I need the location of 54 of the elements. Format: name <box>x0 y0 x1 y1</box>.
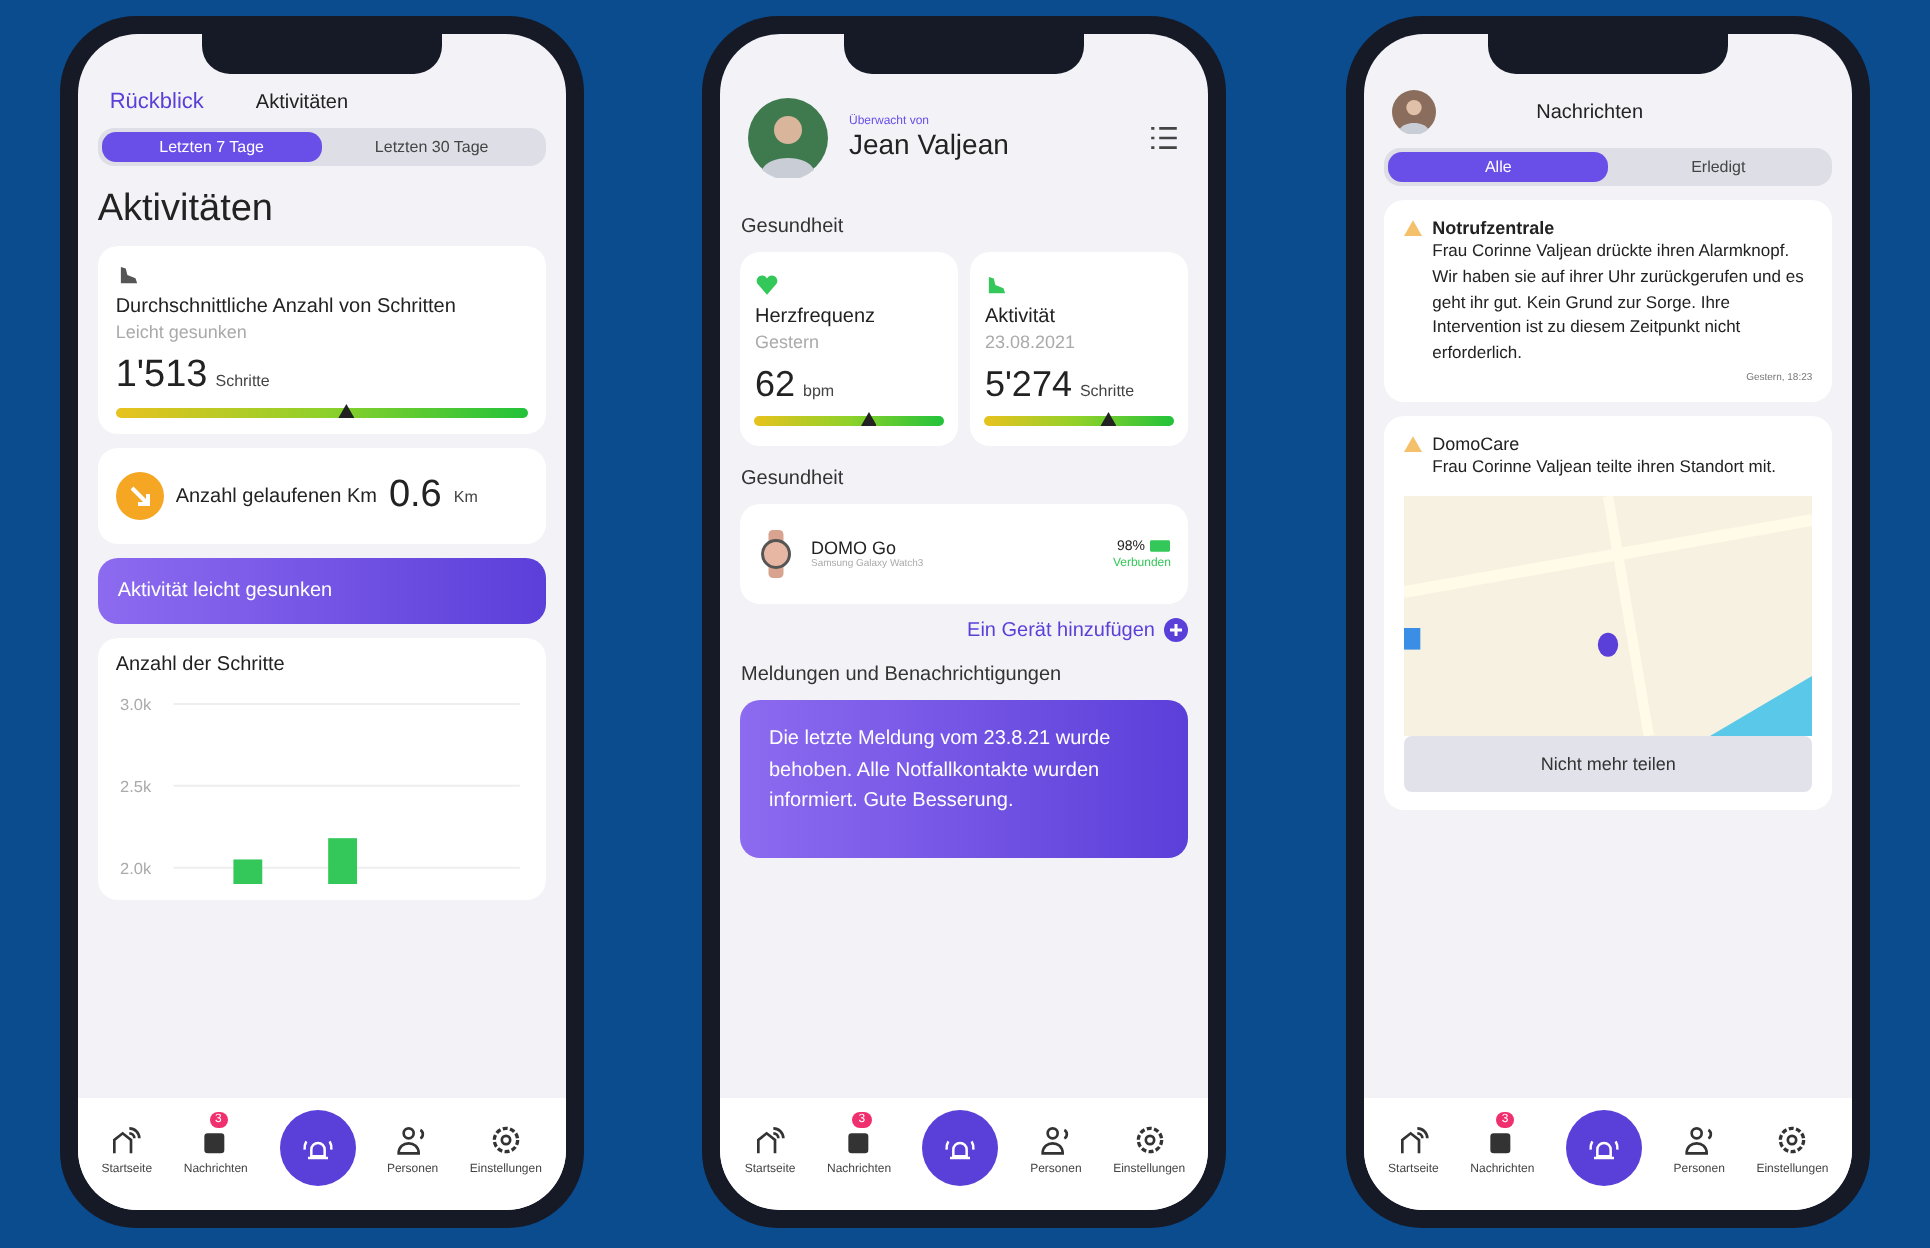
metric-title: Herzfrequenz <box>754 306 878 328</box>
activity-banner: Aktivität leicht gesunken <box>97 558 546 624</box>
steps-value: 1'513 <box>115 354 208 398</box>
back-link[interactable]: Rückblick <box>109 90 204 114</box>
watch-icon <box>758 528 795 580</box>
alarm-button[interactable] <box>1565 1110 1642 1186</box>
period-tab[interactable]: Letzten 30 Tage <box>321 132 542 162</box>
distance-unit: Km <box>453 487 478 505</box>
warning-icon <box>1404 435 1423 452</box>
avatar-icon <box>748 98 829 178</box>
message-sender: Notrufzentrale <box>1432 218 1555 238</box>
chart-bar <box>233 859 262 884</box>
card-title: Durchschnittliche Anzahl von Schritten <box>115 296 458 318</box>
shoe-icon <box>115 262 142 288</box>
metric-value: 62 <box>754 364 796 406</box>
card-subtitle: Leicht gesunken <box>115 322 249 342</box>
distance-value: 0.6 <box>388 474 442 518</box>
arrow-down-icon <box>115 472 164 520</box>
add-icon[interactable] <box>1164 618 1189 642</box>
metric-subtitle: Gestern <box>754 332 821 352</box>
message-text: Frau Corinne Valjean drückte ihren Alarmknopf. Wir haben sie auf ihrer Uhr zurückgerufen und es geht ihr gut. Kein Grund zur Sorge. Ihre Intervention ist zu diesem Zeitpunkt nicht erforderlich. <box>1432 238 1806 366</box>
metric-value: 5'274 <box>984 364 1072 406</box>
device-name: DOMO Go <box>810 538 898 558</box>
section-title: Gesundheit <box>740 216 846 238</box>
metric-subtitle: 23.08.2021 <box>984 332 1078 352</box>
user-name: Jean Valjean <box>848 128 1011 160</box>
steps-unit: Schritte <box>215 372 270 390</box>
metric-title: Aktivität <box>984 306 1057 328</box>
chart-bar <box>327 838 357 884</box>
section-title: Meldungen und Benachrichtigungen <box>740 664 1064 686</box>
avatar-icon <box>1392 90 1437 134</box>
message-sender: DomoCare <box>1432 433 1520 454</box>
section-title: Gesundheit <box>740 468 846 490</box>
screen-title: Nachrichten <box>1536 101 1643 123</box>
message-text: Frau Corinne Valjean teilte ihren Standort mit. <box>1432 453 1778 479</box>
alarm-button[interactable] <box>279 1110 356 1186</box>
chart-title: Anzahl der Schritte <box>115 654 287 676</box>
filter-tab[interactable]: Alle <box>1388 152 1609 182</box>
menu-icon[interactable] <box>1148 122 1181 154</box>
distance-label: Anzahl gelaufenen Km <box>175 485 377 507</box>
metric-unit: Schritte <box>1079 382 1135 400</box>
alert-card: Die letzte Meldung vom 23.8.21 wurde behoben. Alle Notfallkontakte wurden informiert. Gute Besserung. <box>740 700 1189 857</box>
alarm-button[interactable] <box>922 1110 999 1186</box>
filter-tab[interactable]: Erledigt <box>1608 152 1829 182</box>
battery-icon <box>1150 540 1171 552</box>
add-device-link[interactable]: Ein Gerät hinzufügen <box>967 619 1155 641</box>
stop-sharing-button[interactable]: Nicht mehr teilen <box>1404 735 1813 791</box>
warning-icon <box>1404 220 1423 236</box>
shoe-icon <box>984 272 1011 298</box>
page-heading: Aktivitäten <box>97 188 275 232</box>
heart-icon <box>754 272 781 298</box>
period-tab[interactable]: Letzten 7 Tage <box>101 132 322 162</box>
metric-unit: bpm <box>803 382 835 400</box>
screen-title: Aktivitäten <box>255 91 349 113</box>
